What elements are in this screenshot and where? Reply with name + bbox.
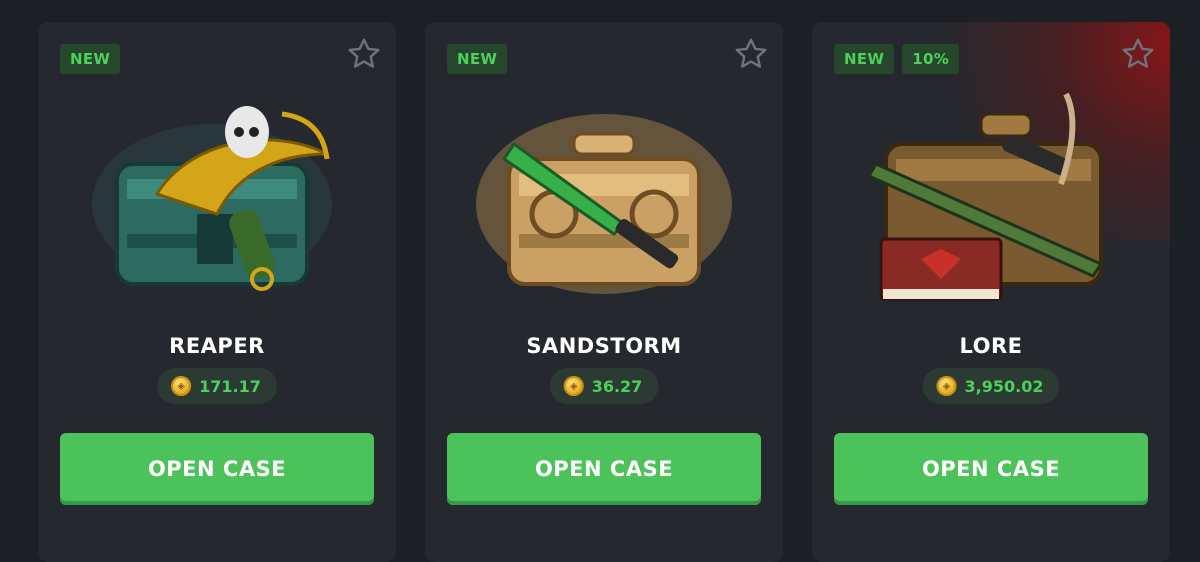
badge-group: NEW 10% xyxy=(834,44,960,74)
star-icon[interactable] xyxy=(346,36,382,72)
case-name: SANDSTORM xyxy=(526,334,682,358)
star-icon[interactable] xyxy=(733,36,769,72)
case-name: REAPER xyxy=(169,334,265,358)
case-card-sandstorm[interactable]: NEW SANDSTORM ◈ 36.27 OPEN CASE xyxy=(425,22,783,562)
price-value: 171.17 xyxy=(199,376,261,396)
new-badge: NEW xyxy=(447,44,508,74)
sandstorm-case-image xyxy=(476,114,732,294)
new-badge: NEW xyxy=(834,44,895,74)
coin-icon: ◈ xyxy=(936,376,957,396)
price-tag: ◈ 36.27 xyxy=(549,368,659,404)
lore-case-image xyxy=(866,92,1104,301)
price-tag: ◈ 171.17 xyxy=(157,368,277,404)
case-card-lore[interactable]: NEW 10% LORE ◈ 3,950.02 OPEN CASE xyxy=(812,22,1170,562)
case-card-reaper[interactable]: NEW REAPER ◈ 171.17 OPEN CASE xyxy=(38,22,396,562)
coin-icon: ◈ xyxy=(563,376,584,396)
price-value: 36.27 xyxy=(591,376,643,396)
open-case-button[interactable]: OPEN CASE xyxy=(60,433,374,505)
star-icon[interactable] xyxy=(1120,36,1156,72)
open-case-button[interactable]: OPEN CASE xyxy=(834,433,1148,505)
discount-badge: 10% xyxy=(902,44,960,74)
reaper-case-image xyxy=(92,106,332,291)
new-badge: NEW xyxy=(60,44,121,74)
badge-group: NEW xyxy=(447,44,508,74)
badge-group: NEW xyxy=(60,44,121,74)
price-tag: ◈ 3,950.02 xyxy=(922,368,1060,404)
open-case-button[interactable]: OPEN CASE xyxy=(447,433,761,505)
case-name: LORE xyxy=(959,334,1023,358)
price-value: 3,950.02 xyxy=(964,376,1044,396)
coin-icon: ◈ xyxy=(171,376,192,396)
